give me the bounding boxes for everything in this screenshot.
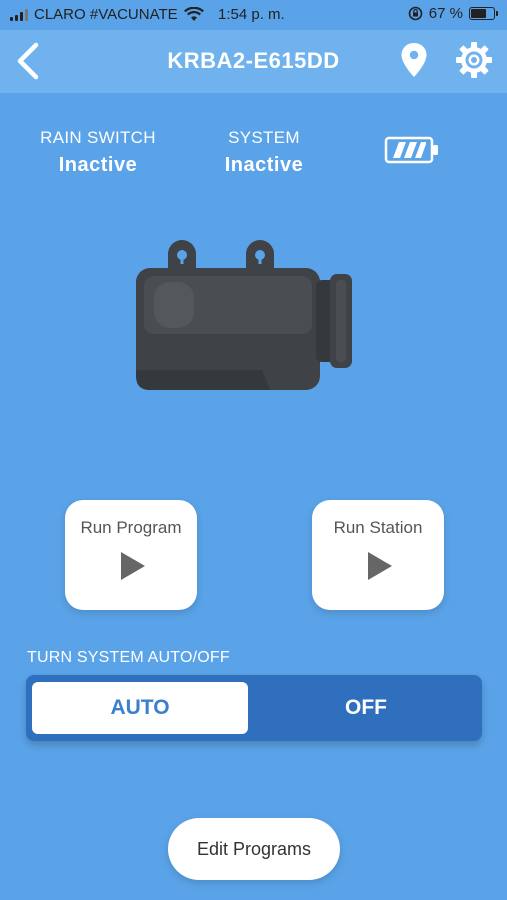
status-time: 1:54 p. m. — [218, 6, 285, 23]
orientation-lock-icon — [408, 6, 423, 21]
rain-switch-label: RAIN SWITCH — [40, 128, 156, 147]
map-pin-icon — [401, 43, 427, 77]
battery-percent: 67 % — [428, 5, 463, 22]
carrier-name: CLARO #VACUNATE — [34, 6, 178, 23]
run-program-label: Run Program — [80, 518, 182, 537]
run-program-button[interactable]: Run Program — [65, 500, 197, 610]
toggle-label: TURN SYSTEM AUTO/OFF — [27, 649, 230, 666]
run-station-label: Run Station — [333, 518, 423, 537]
status-right: 67 % — [408, 5, 498, 22]
auto-off-toggle: AUTO OFF — [26, 675, 482, 741]
system-status: SYSTEM Inactive — [208, 128, 320, 177]
edit-programs-button[interactable]: Edit Programs — [168, 818, 340, 880]
wifi-icon — [183, 7, 204, 21]
battery-icon — [384, 136, 438, 164]
play-icon — [368, 552, 392, 580]
controller-device-image — [136, 240, 352, 390]
signal-icon — [10, 8, 28, 21]
system-label: SYSTEM — [228, 128, 300, 147]
page-title: KRBA2-E615DD — [167, 48, 340, 73]
rain-switch-value: Inactive — [58, 154, 138, 176]
system-value: Inactive — [224, 154, 304, 176]
header: KRBA2-E615DD — [0, 30, 507, 93]
status-bar: CLARO #VACUNATE 1:54 p. m. 67 % — [0, 0, 507, 30]
play-icon — [121, 552, 145, 580]
settings-button[interactable] — [455, 41, 493, 79]
rain-switch-status: RAIN SWITCH Inactive — [40, 128, 156, 177]
status-left: CLARO #VACUNATE — [10, 6, 204, 23]
auto-toggle-option[interactable]: AUTO — [32, 682, 248, 734]
location-button[interactable] — [400, 42, 428, 78]
off-toggle-option[interactable]: OFF — [256, 682, 476, 734]
status-battery-icon — [469, 7, 498, 20]
gear-icon — [456, 42, 492, 78]
run-station-button[interactable]: Run Station — [312, 500, 444, 610]
